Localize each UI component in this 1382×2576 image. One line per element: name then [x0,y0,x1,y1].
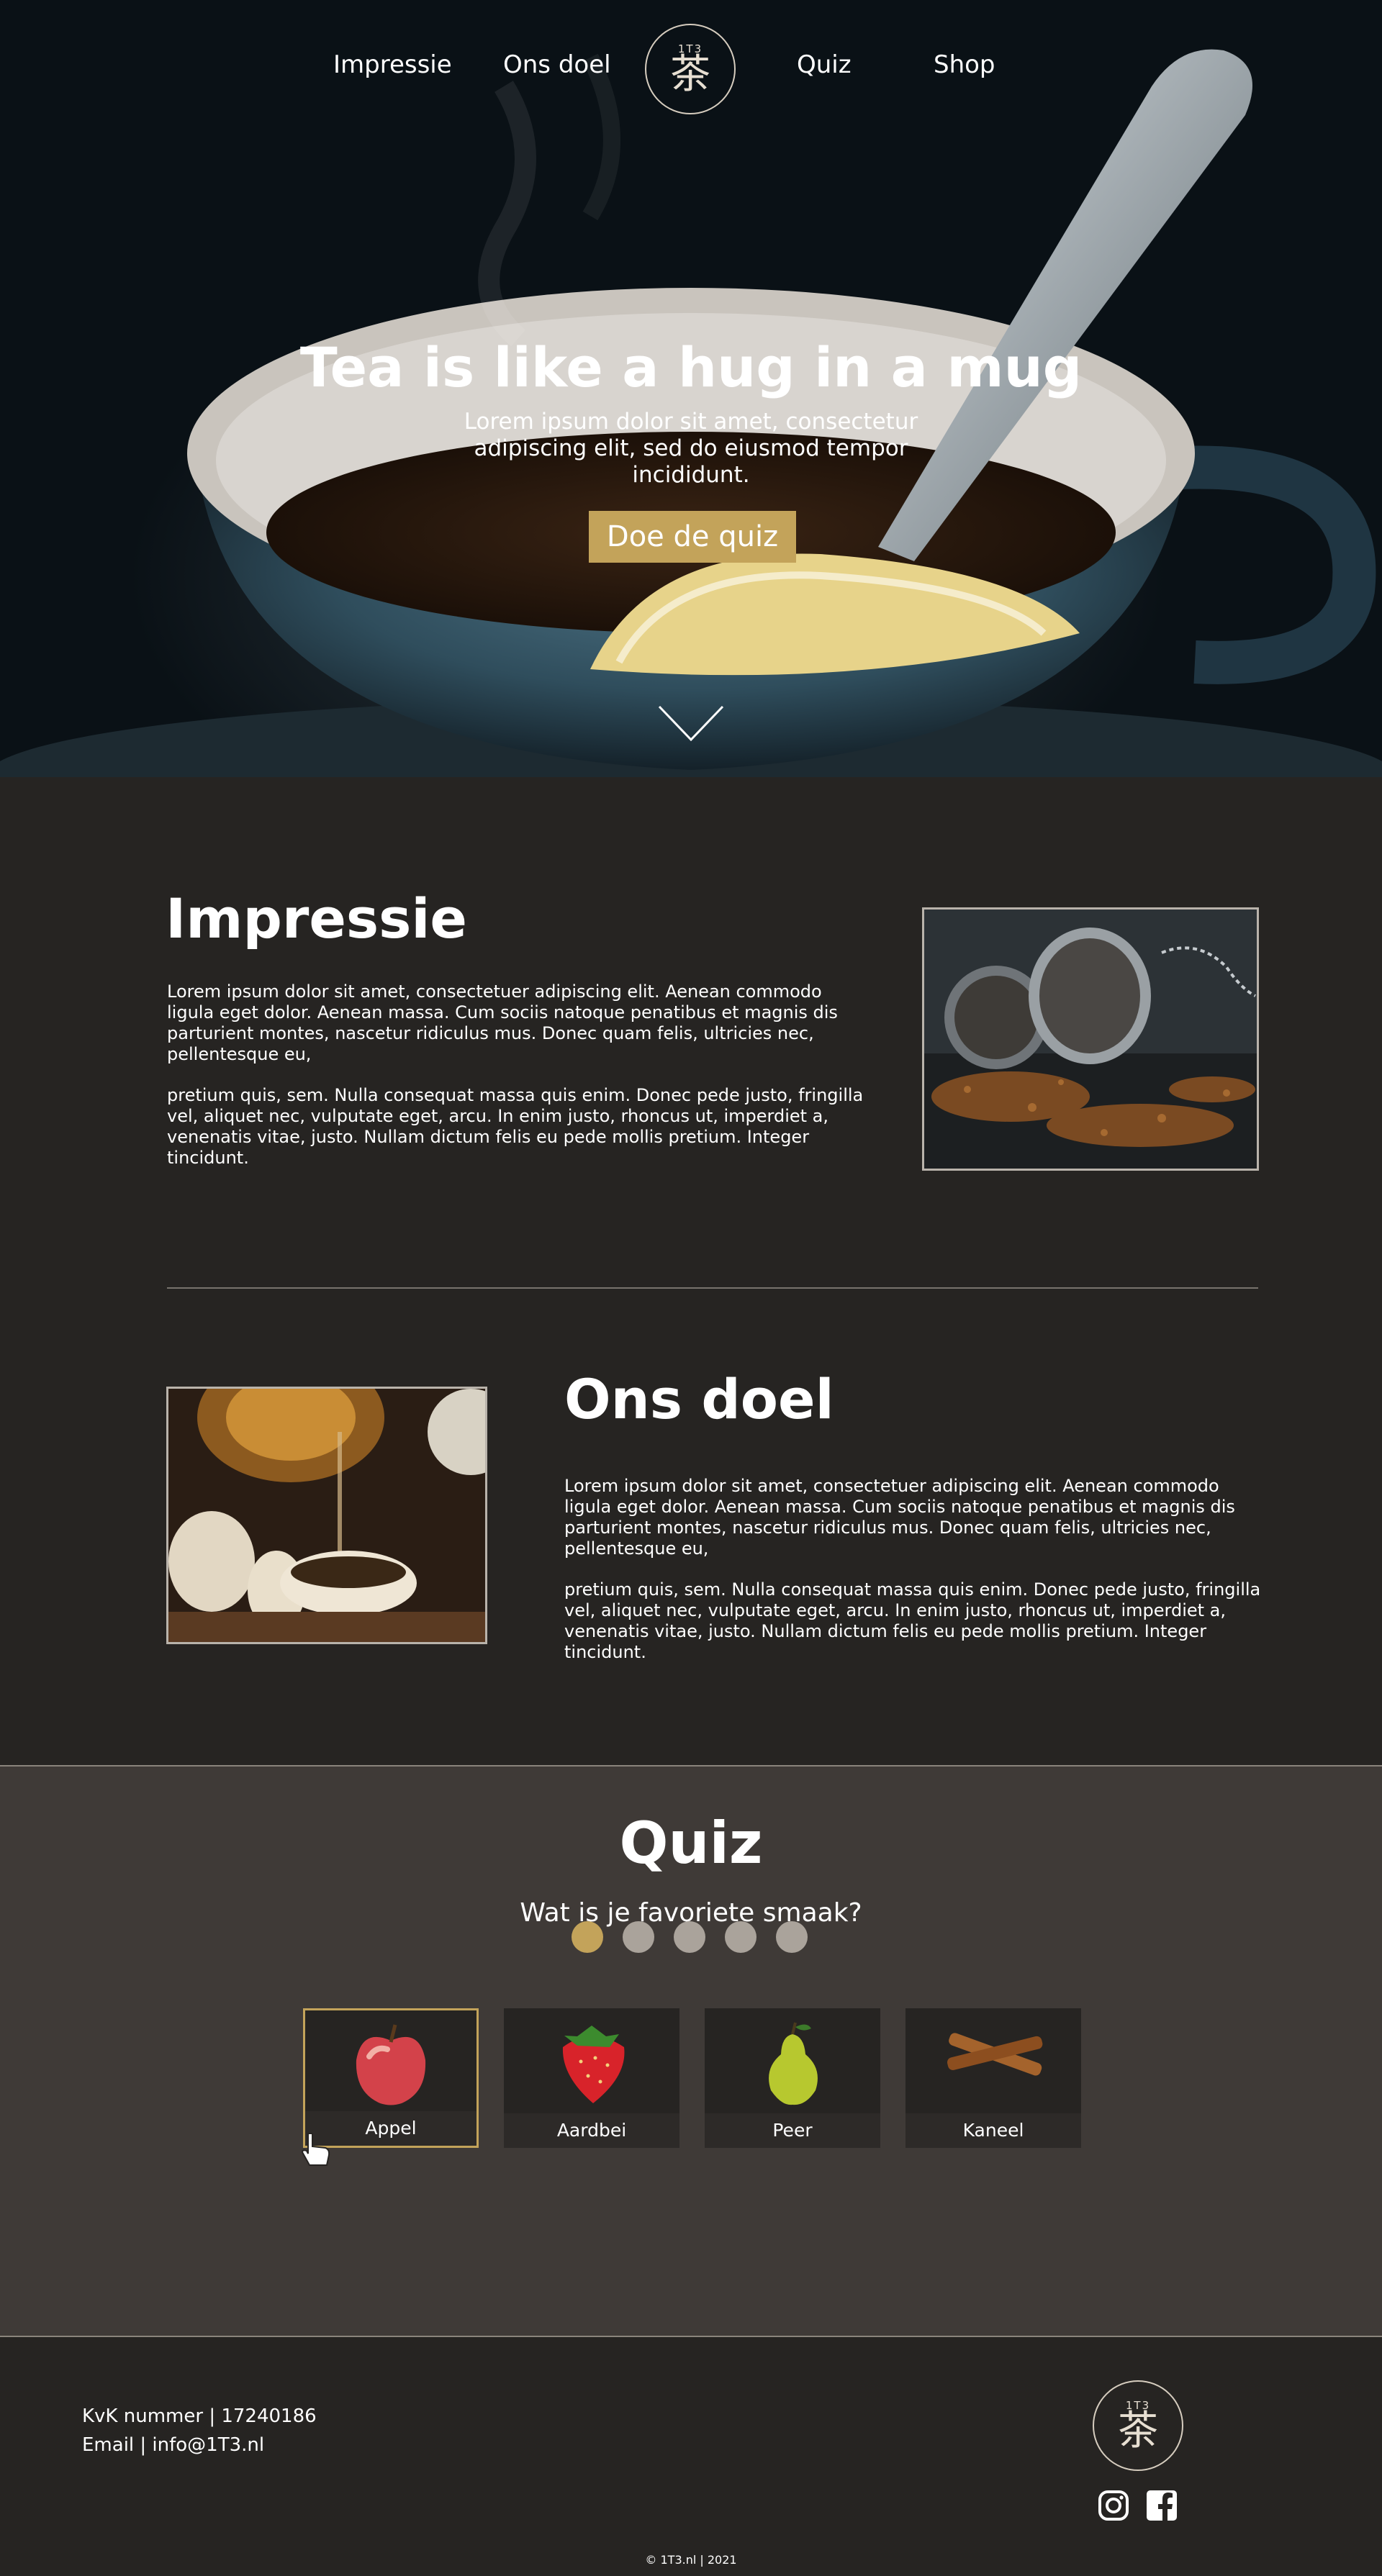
nav-item-shop[interactable]: Shop [934,50,995,79]
copyright-text: © 1T3.nl | 2021 [645,2553,737,2567]
logo-glyph: 茶 [1118,2407,1158,2454]
hero-section: Impressie Ons doel 1T3 茶 Quiz Shop Tea i… [0,0,1382,777]
impressie-title: Impressie [166,886,467,951]
hero-subtitle: Lorem ipsum dolor sit amet, consectetur … [464,409,918,488]
top-navigation: Impressie Ons doel 1T3 茶 Quiz Shop [0,0,1382,137]
nav-item-quiz[interactable]: Quiz [797,50,852,79]
quiz-option-aardbei[interactable]: Aardbei [504,2008,679,2148]
logo[interactable]: 1T3 茶 [645,24,736,114]
logo-glyph: 茶 [670,50,710,98]
footer-email[interactable]: Email | info@1T3.nl [82,2434,264,2456]
start-quiz-button[interactable]: Doe de quiz [589,511,796,563]
quiz-section: Quiz Wat is je favoriete smaak? Appel Aa… [0,1765,1382,2337]
progress-dot[interactable] [674,1921,705,1953]
progress-dot[interactable] [725,1921,757,1953]
quiz-option-appel[interactable]: Appel [303,2008,479,2148]
progress-dot[interactable] [623,1921,654,1953]
pear-icon [769,2022,818,2105]
ons-doel-paragraph-1: Lorem ipsum dolor sit amet, consectetuer… [564,1476,1235,1559]
pointer-hand-icon [301,2133,330,2166]
chevron-down-icon[interactable] [656,704,726,744]
progress-dot[interactable] [572,1921,603,1953]
impressie-paragraph-1: Lorem ipsum dolor sit amet, consectetuer… [167,981,838,1064]
cinnamon-icon [947,2033,1043,2076]
apple-icon [356,2024,426,2105]
section-divider [167,1287,1258,1289]
progress-dot[interactable] [776,1921,808,1953]
impressie-paragraph-2: pretium quis, sem. Nulla consequat massa… [167,1085,864,1168]
footer-kvk: KvK nummer | 17240186 [82,2405,317,2427]
footer-logo[interactable]: 1T3 茶 [1093,2380,1183,2471]
hero-title: Tea is like a hug in a mug [299,335,1083,399]
quiz-option-label: Aardbei [504,2113,679,2148]
quiz-option-kaneel[interactable]: Kaneel [905,2008,1081,2148]
tea-pouring-photo [166,1387,487,1644]
instagram-icon[interactable] [1098,2490,1129,2521]
quiz-option-label: Kaneel [905,2113,1081,2148]
quiz-option-peer[interactable]: Peer [705,2008,880,2148]
quiz-option-label: Peer [705,2113,880,2148]
quiz-title: Quiz [619,1810,763,1877]
facebook-icon[interactable] [1146,2490,1178,2521]
tea-infuser-photo [922,907,1259,1171]
strawberry-icon [562,2026,625,2103]
ons-doel-title: Ons doel [564,1367,834,1431]
nav-item-ons-doel[interactable]: Ons doel [503,50,611,79]
ons-doel-paragraph-2: pretium quis, sem. Nulla consequat massa… [564,1579,1261,1662]
nav-item-impressie[interactable]: Impressie [333,50,452,79]
